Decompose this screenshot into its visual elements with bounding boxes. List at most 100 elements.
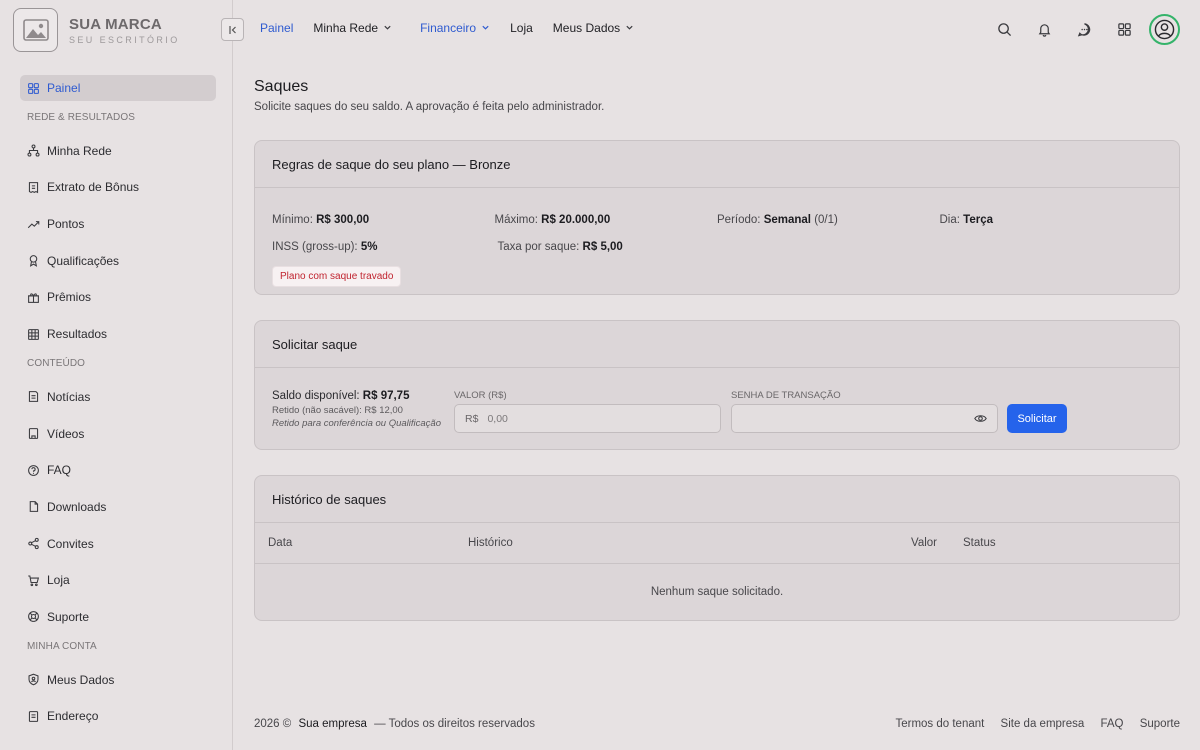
sidebar-item-label: Painel: [47, 81, 81, 95]
empty-state: Nenhum saque solicitado.: [650, 586, 784, 598]
senha-input[interactable]: [731, 404, 998, 433]
sidebar-item-premios[interactable]: Prêmios: [20, 284, 216, 310]
sidebar-item-label: Extrato de Bônus: [47, 180, 140, 195]
shield-user-icon: [27, 673, 40, 686]
eye-icon[interactable]: [974, 412, 987, 425]
solicitar-card-title: Solicitar saque: [255, 321, 1179, 368]
sidebar-item-qualificacoes[interactable]: Qualificações: [20, 248, 216, 274]
sidebar-item-label: Qualificações: [47, 253, 120, 268]
topnav-minha-rede[interactable]: Minha Rede: [313, 21, 392, 35]
footer-company-link[interactable]: Sua empresa: [298, 718, 366, 730]
rule-periodo: Período: Semanal (0/1): [717, 213, 838, 226]
brand-subtitle: SEU ESCRITÓRIO: [69, 34, 180, 45]
historico-card: Histórico de saques Data Histórico Valor…: [254, 475, 1180, 621]
network-icon: [27, 144, 40, 157]
sidebar-item-loja[interactable]: Loja: [20, 567, 216, 593]
help-icon: [27, 464, 40, 477]
footer-link-suporte[interactable]: Suporte: [1140, 718, 1180, 730]
sidebar-item-label: Meus Dados: [47, 672, 115, 687]
sidebar-item-painel[interactable]: Painel: [20, 75, 216, 101]
topnav-financeiro[interactable]: Financeiro: [420, 21, 490, 35]
chat-icon[interactable]: [1069, 14, 1100, 45]
sidebar-item-label: Suporte: [47, 609, 90, 624]
sidebar-item-pontos[interactable]: Pontos: [20, 211, 216, 237]
topbar: Painel Minha Rede Financeiro Loja Meus Dados: [233, 0, 1200, 58]
brand[interactable]: SUA MARCA SEU ESCRITÓRIO: [13, 7, 223, 53]
topnav-loja[interactable]: Loja: [510, 21, 533, 35]
bell-icon[interactable]: [1029, 14, 1060, 45]
rule-dia: Dia: Terça: [939, 213, 994, 226]
apps-grid-icon[interactable]: [1109, 14, 1140, 45]
col-data: Data: [268, 537, 293, 549]
senha-label: SENHA DE TRANSAÇÃO: [731, 390, 841, 401]
sidebar-item-minha-rede[interactable]: Minha Rede: [20, 138, 216, 164]
sidebar-nav: Painel REDE & RESULTADOS Minha Rede Extrato…: [20, 75, 216, 740]
video-icon: [27, 427, 40, 440]
sidebar-item-label: Pontos: [47, 217, 85, 232]
main-content: Saques Solicite saques do seu saldo. A a…: [254, 78, 1180, 621]
sidebar-item-label: Minha Rede: [47, 143, 112, 158]
valor-input[interactable]: R$ 0,00: [454, 404, 721, 433]
sidebar-item-suporte[interactable]: Suporte: [20, 604, 216, 630]
footer-link-termos[interactable]: Termos do tenant: [895, 718, 984, 730]
topnav-meus-dados[interactable]: Meus Dados: [553, 21, 634, 35]
saldo-info: Saldo disponível: R$ 97,75 Retido (não s…: [272, 390, 441, 429]
collapse-sidebar-button[interactable]: [221, 18, 244, 41]
footer-year: 2026 ©: [254, 718, 292, 730]
sidebar-item-label: Downloads: [47, 499, 107, 514]
solicitar-card: Solicitar saque Saldo disponível: R$ 97,…: [254, 320, 1180, 450]
topnav-label: Painel: [260, 21, 294, 35]
sidebar-item-extrato-de-bonus[interactable]: Extrato de Bônus: [20, 174, 216, 200]
footer: 2026 © Sua empresa — Todos os direitos r…: [254, 718, 1180, 730]
sidebar-section-label: CONTEÚDO: [27, 357, 86, 369]
rules-card-title: Regras de saque do seu plano — Bronze: [255, 141, 1179, 188]
gift-icon: [27, 291, 40, 304]
news-icon: [27, 390, 40, 403]
address-icon: [27, 710, 40, 723]
sidebar-item-downloads[interactable]: Downloads: [20, 494, 216, 520]
historico-card-title: Histórico de saques: [255, 476, 1179, 523]
footer-rights: — Todos os direitos reservados: [374, 718, 535, 730]
brand-name: SUA MARCA: [69, 15, 162, 33]
brand-logo-icon: [13, 8, 58, 52]
sidebar-item-label: Loja: [47, 573, 70, 588]
avatar-icon[interactable]: [1149, 14, 1180, 45]
grid-icon: [27, 82, 40, 95]
top-nav: Painel Minha Rede Financeiro Loja Meus Dados: [260, 21, 654, 35]
sidebar-item-label: Prêmios: [47, 290, 92, 305]
retido-text: Retido (não sacável): R$ 12,00: [272, 405, 403, 416]
rule-maximo: Máximo: R$ 20.000,00: [494, 213, 611, 226]
sidebar-item-faq[interactable]: FAQ: [20, 457, 216, 483]
search-icon[interactable]: [989, 14, 1020, 45]
share-icon: [27, 537, 40, 550]
sidebar-item-label: FAQ: [47, 463, 72, 478]
collapse-icon: [228, 25, 236, 34]
valor-placeholder: 0,00: [487, 412, 508, 425]
footer-link-faq[interactable]: FAQ: [1101, 718, 1124, 730]
topnav-label: Financeiro: [420, 21, 477, 35]
cart-icon: [27, 574, 40, 587]
sidebar-item-endereco[interactable]: Endereço: [20, 703, 216, 729]
award-icon: [27, 254, 40, 268]
chevron-down-icon: [481, 21, 490, 35]
rule-minimo: Mínimo: R$ 300,00: [272, 213, 370, 226]
topnav-painel[interactable]: Painel: [260, 21, 293, 35]
sidebar-item-convites[interactable]: Convites: [20, 531, 216, 557]
col-historico: Histórico: [468, 537, 513, 549]
locked-plan-badge: Plano com saque travado: [272, 266, 402, 287]
rules-card: Regras de saque do seu plano — Bronze Mí…: [254, 140, 1180, 295]
sidebar-section-label: REDE & RESULTADOS: [27, 111, 136, 123]
chevron-down-icon: [625, 21, 634, 35]
sidebar-item-resultados[interactable]: Resultados: [20, 321, 216, 347]
sidebar-item-noticias[interactable]: Notícias: [20, 384, 216, 410]
lifebuoy-icon: [27, 610, 40, 623]
receipt-icon: [27, 181, 40, 194]
sidebar-item-videos[interactable]: Vídeos: [20, 421, 216, 447]
sidebar-item-label: Resultados: [47, 327, 108, 342]
col-valor: Valor: [911, 537, 937, 549]
sidebar-item-meus-dados[interactable]: Meus Dados: [20, 667, 216, 693]
solicitar-button[interactable]: Solicitar: [1007, 404, 1067, 433]
sidebar-section-label: MINHA CONTA: [27, 640, 97, 652]
sidebar-item-label: Vídeos: [47, 426, 85, 441]
footer-link-site[interactable]: Site da empresa: [1001, 718, 1085, 730]
